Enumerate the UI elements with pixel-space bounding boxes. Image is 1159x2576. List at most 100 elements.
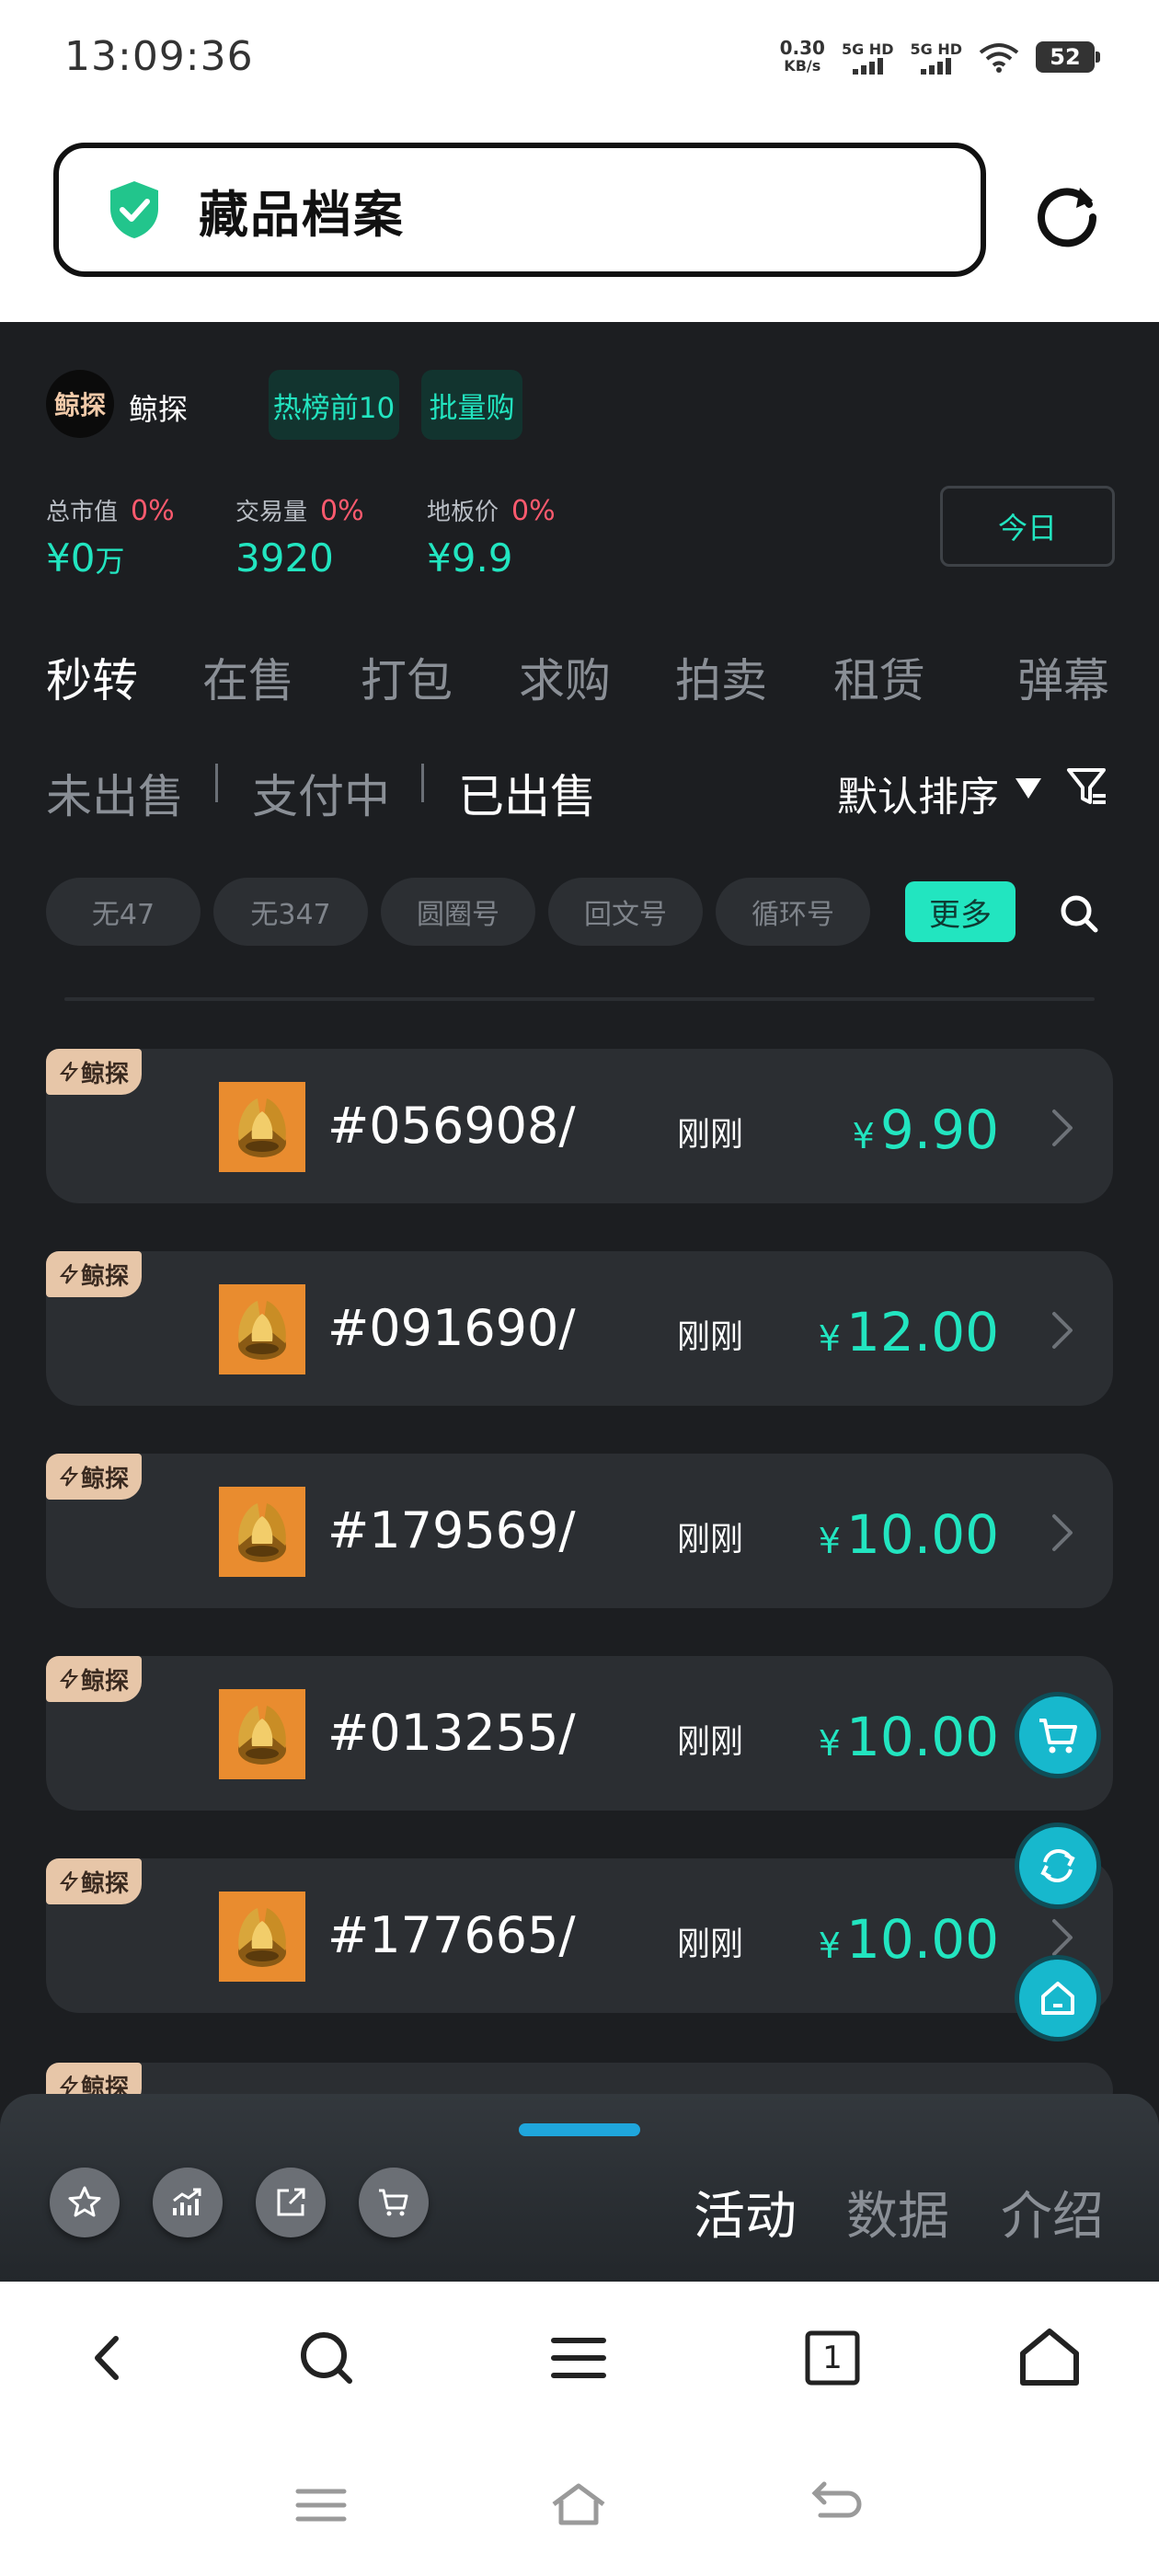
subtab-sold[interactable]: 已出售 — [458, 760, 596, 826]
tab-instant-transfer[interactable]: 秒转 — [46, 644, 138, 710]
filter-icon[interactable] — [1065, 765, 1107, 808]
item-price: ¥9.90 — [853, 1098, 999, 1161]
tab-wanted[interactable]: 求购 — [519, 644, 611, 710]
tab-auction[interactable]: 拍卖 — [675, 644, 767, 710]
subtab-unsold[interactable]: 未出售 — [46, 760, 184, 826]
chevron-right-icon — [1052, 1312, 1073, 1349]
currency-symbol: ¥ — [852, 1116, 875, 1156]
favorite-button[interactable] — [50, 2168, 120, 2237]
signal-icon-2: 5G HD — [910, 40, 962, 75]
search-icon[interactable] — [294, 2326, 359, 2390]
search-icon[interactable] — [1058, 892, 1100, 935]
item-price-value: 12.00 — [845, 1301, 999, 1363]
filter-pill[interactable]: 无347 — [213, 878, 368, 946]
item-serial-number: #056908/2000 — [327, 1097, 576, 1155]
share-button[interactable] — [256, 2168, 326, 2237]
share-icon — [277, 2188, 305, 2216]
brand-badge-label: 鲸探 — [80, 1060, 129, 1088]
cart-icon — [1039, 1719, 1077, 1754]
item-thumbnail — [219, 1487, 305, 1577]
stat-floor-value: ¥9.9 — [427, 535, 513, 581]
stat-label-text: 交易量 — [235, 499, 308, 526]
sheet-tab-intro[interactable]: 介绍 — [1001, 2175, 1104, 2249]
subtab-paying[interactable]: 支付中 — [252, 760, 390, 826]
item-thumbnail — [219, 1082, 305, 1172]
item-serial-number: #179569/2000 — [327, 1501, 576, 1559]
item-serial-number: #013255/2000 — [327, 1704, 576, 1762]
item-serial-number: #177665/2000 — [327, 1906, 576, 1964]
brand-badge: 鲸探 — [46, 1858, 142, 1904]
filter-pill[interactable]: 无47 — [46, 878, 201, 946]
lightning-icon — [59, 1669, 79, 1689]
stat-label-text: 地板价 — [427, 499, 499, 526]
sheet-tab-data[interactable]: 数据 — [846, 2175, 949, 2249]
address-bar[interactable]: 藏品档案 — [53, 143, 986, 277]
lightning-icon — [59, 1466, 79, 1487]
today-button[interactable]: 今日 — [940, 486, 1115, 567]
sort-dropdown[interactable]: 默认排序 — [837, 764, 999, 822]
filter-pill[interactable]: 回文号 — [548, 878, 703, 946]
stat-change: 0% — [320, 495, 364, 527]
tab-bundle[interactable]: 打包 — [361, 644, 453, 710]
list-item[interactable]: 鲸探 #056908/2000 刚刚 ¥9.90 — [46, 1049, 1113, 1203]
trend-chart-icon — [173, 2188, 201, 2215]
currency-symbol: ¥ — [818, 1521, 841, 1561]
filter-pill[interactable]: 圆圈号 — [381, 878, 535, 946]
stat-label-text: 总市值 — [46, 499, 119, 526]
hot-top10-chip[interactable]: 热榜前10 — [269, 370, 399, 440]
brand-badge: 鲸探 — [46, 1049, 142, 1095]
home-icon[interactable] — [1017, 2326, 1082, 2390]
home-icon[interactable] — [548, 2475, 609, 2536]
status-icons: 0.30 KB/s 5G HD 5G HD 52 — [779, 37, 1100, 75]
recent-apps-icon[interactable] — [291, 2475, 351, 2536]
item-time: 刚刚 — [677, 1116, 744, 1154]
item-price: ¥10.00 — [819, 1908, 999, 1971]
lightning-icon — [59, 1264, 79, 1284]
more-filters-button[interactable]: 更多 — [905, 881, 1016, 942]
list-item[interactable]: 鲸探 #091690/2000 刚刚 ¥12.00 — [46, 1251, 1113, 1406]
trend-button[interactable] — [153, 2168, 223, 2237]
stat-volume-value: 3920 — [235, 535, 334, 581]
cart-float-button[interactable] — [1019, 1696, 1096, 1774]
star-icon — [68, 2186, 101, 2217]
brand-logo[interactable]: 鲸探 — [46, 370, 114, 438]
sheet-tab-activity[interactable]: 活动 — [694, 2175, 797, 2249]
item-price: ¥12.00 — [819, 1301, 999, 1363]
brand-name[interactable]: 鲸探 — [129, 386, 188, 429]
caret-down-icon — [1016, 778, 1041, 799]
sheet-handle[interactable] — [519, 2123, 640, 2136]
reload-icon[interactable] — [1032, 180, 1102, 250]
brand-badge: 鲸探 — [46, 1251, 142, 1297]
page-title: 藏品档案 — [199, 185, 405, 244]
brand-badge: 鲸探 — [46, 1656, 142, 1702]
tab-rental[interactable]: 租赁 — [833, 644, 925, 710]
wifi-icon — [979, 43, 1019, 73]
item-price-value: 10.00 — [845, 1503, 999, 1566]
filter-pill[interactable]: 循环号 — [716, 878, 870, 946]
brand-badge-label: 鲸探 — [80, 1667, 129, 1696]
refresh-float-button[interactable] — [1019, 1827, 1096, 1904]
list-item[interactable]: 鲸探 #177665/2000 刚刚 ¥10.00 — [46, 1858, 1113, 2013]
cart-button[interactable] — [359, 2168, 429, 2237]
item-thumbnail — [219, 1689, 305, 1779]
bulk-buy-chip[interactable]: 批量购 — [421, 370, 522, 440]
back-icon[interactable] — [806, 2475, 866, 2536]
currency-symbol: ¥ — [818, 1926, 841, 1966]
refresh-icon — [1040, 1848, 1075, 1883]
brand-badge-label: 鲸探 — [80, 1869, 129, 1898]
tab-on-sale[interactable]: 在售 — [202, 644, 294, 710]
stat-floor-label: 地板价 0% — [427, 493, 556, 527]
stat-market-cap-value: ¥0万 — [46, 535, 124, 581]
back-icon[interactable] — [75, 2326, 140, 2390]
tab-danmaku[interactable]: 弹幕 — [1017, 644, 1109, 710]
sim2-label: 5G HD — [910, 40, 962, 58]
home-float-button[interactable] — [1019, 1960, 1096, 2037]
list-item[interactable]: 鲸探 #179569/2000 刚刚 ¥10.00 — [46, 1454, 1113, 1608]
menu-icon[interactable] — [546, 2326, 611, 2390]
lightning-icon — [59, 1871, 79, 1892]
list-item[interactable]: 鲸探 #013255/2000 刚刚 ¥10.00 — [46, 1656, 1113, 1811]
network-speed-value: 0.30 — [779, 37, 825, 59]
chevron-right-icon — [1052, 1514, 1073, 1551]
tabs-icon[interactable]: 1 — [800, 2326, 865, 2390]
divider — [64, 997, 1095, 1001]
